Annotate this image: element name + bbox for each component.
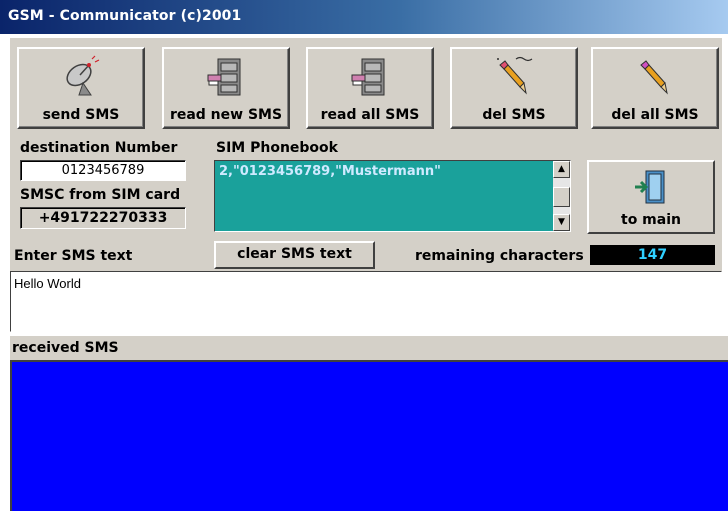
read-new-sms-button[interactable]: read new SMS bbox=[162, 47, 290, 129]
received-sms-header: received SMS bbox=[10, 336, 728, 360]
send-sms-label: send SMS bbox=[42, 107, 120, 123]
list-item[interactable]: 2,"0123456789,"Mustermann" bbox=[219, 164, 441, 179]
del-all-sms-button[interactable]: del all SMS bbox=[591, 47, 719, 129]
title-bar[interactable]: GSM - Communicator (c)2001 bbox=[0, 0, 728, 34]
remaining-characters-label: remaining characters bbox=[415, 248, 584, 264]
scroll-up-icon[interactable]: ▲ bbox=[553, 161, 570, 178]
to-main-label: to main bbox=[621, 212, 681, 228]
phonebook-scrollbar[interactable]: ▲ ▼ bbox=[553, 161, 570, 231]
sim-phonebook-label: SIM Phonebook bbox=[216, 140, 338, 156]
destination-number-label: destination Number bbox=[20, 140, 178, 156]
received-sms-label: received SMS bbox=[12, 340, 119, 356]
read-all-sms-button[interactable]: read all SMS bbox=[306, 47, 434, 129]
del-all-sms-label: del all SMS bbox=[611, 107, 699, 123]
enter-sms-text-label: Enter SMS text bbox=[14, 248, 133, 264]
eraser-pencil-icon bbox=[640, 60, 668, 95]
filing-cabinet-icon bbox=[207, 58, 241, 96]
del-sms-button[interactable]: del SMS bbox=[450, 47, 578, 129]
scroll-down-icon[interactable]: ▼ bbox=[553, 214, 570, 231]
scroll-thumb[interactable] bbox=[553, 187, 570, 207]
sms-text-input[interactable]: Hello World bbox=[10, 271, 722, 332]
read-new-sms-label: read new SMS bbox=[169, 107, 283, 123]
remaining-characters-counter: 147 bbox=[590, 245, 715, 265]
received-sms-box[interactable] bbox=[10, 360, 728, 511]
smsc-field: +491722270333 bbox=[20, 207, 186, 229]
window-title: GSM - Communicator (c)2001 bbox=[8, 8, 242, 24]
eraser-pencil-icon bbox=[497, 56, 533, 95]
send-sms-button[interactable]: send SMS bbox=[17, 47, 145, 129]
sim-phonebook-list[interactable]: 2,"0123456789,"Mustermann" ▲ ▼ bbox=[214, 160, 571, 232]
destination-number-field[interactable]: 0123456789 bbox=[20, 160, 186, 181]
read-all-sms-label: read all SMS bbox=[320, 107, 420, 123]
to-main-button[interactable]: to main bbox=[587, 160, 715, 234]
app-window: GSM - Communicator (c)2001 send SMS read… bbox=[0, 0, 728, 511]
filing-cabinet-icon bbox=[351, 58, 385, 96]
clear-sms-text-button[interactable]: clear SMS text bbox=[214, 241, 375, 269]
smsc-label: SMSC from SIM card bbox=[20, 187, 181, 203]
exit-door-icon bbox=[635, 170, 665, 204]
del-sms-label: del SMS bbox=[482, 107, 546, 123]
satellite-dish-icon bbox=[66, 55, 100, 96]
